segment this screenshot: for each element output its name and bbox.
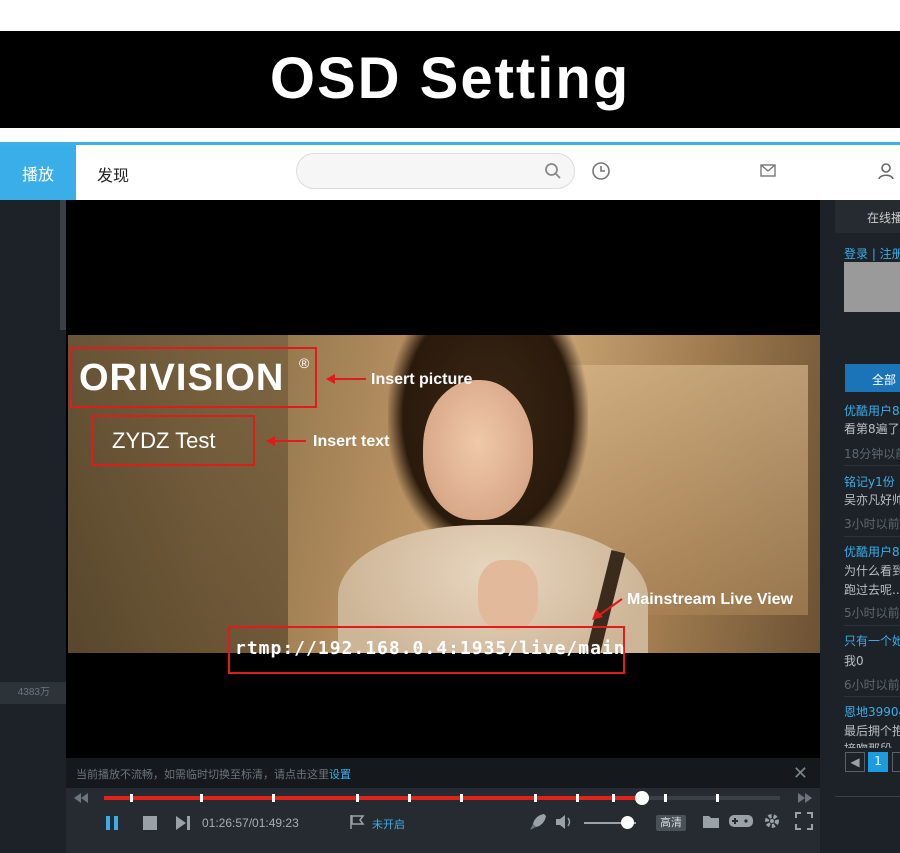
avatar <box>844 262 900 312</box>
history-icon[interactable] <box>591 161 611 181</box>
progress-knob[interactable] <box>634 791 649 805</box>
arrow-down-left-icon <box>592 598 623 620</box>
comment-user[interactable]: 优酷用户8 <box>844 543 900 560</box>
quality-button[interactable]: 高清 <box>656 815 686 831</box>
folder-icon[interactable] <box>702 813 720 829</box>
comment-text: 吴亦凡好帅 <box>844 493 900 507</box>
chapter-marker <box>408 794 411 802</box>
volume-icon[interactable] <box>554 813 574 831</box>
rewind-icon[interactable] <box>74 793 88 803</box>
flag-icon[interactable] <box>348 813 366 831</box>
notice-bar: 当前播放不流畅，如需临时切换至标清，请点击这里设置 ✕ <box>66 758 820 788</box>
arrow-left-icon <box>326 374 366 384</box>
close-icon[interactable]: ✕ <box>793 763 808 784</box>
stream-url: rtmp://192.168.0.4:1935/live/main <box>235 638 626 659</box>
comment-time: 3小时以前 <box>844 517 900 531</box>
mail-icon[interactable] <box>760 164 776 177</box>
search-input[interactable] <box>296 153 575 189</box>
chapter-marker <box>664 794 667 802</box>
chapter-marker <box>356 794 359 802</box>
comment-user[interactable]: 只有一个她 <box>844 632 900 649</box>
comment-text-line2: 跑过去呢.. <box>844 583 900 597</box>
gamepad-icon[interactable] <box>728 813 754 829</box>
fast-forward-icon[interactable] <box>798 793 812 803</box>
chapter-marker <box>200 794 203 802</box>
next-page-button[interactable] <box>892 752 900 772</box>
annotation-mainstream: Mainstream Live View <box>627 591 793 608</box>
login-link[interactable]: 登录 | 注册 <box>844 245 900 262</box>
playback-time: 01:26:57/01:49:23 <box>202 816 299 830</box>
comment-divider <box>844 536 900 537</box>
fullscreen-icon[interactable] <box>795 812 813 830</box>
play-count[interactable]: 4383万 <box>0 682 66 704</box>
comment-time: 6小时以前 <box>844 678 900 692</box>
chapter-marker <box>460 794 463 802</box>
notice-settings-link[interactable]: 设置 <box>329 769 351 781</box>
comment-text: 最后拥个抱 <box>844 724 900 738</box>
chapter-marker <box>534 794 537 802</box>
annotation-insert-text: Insert text <box>313 433 390 450</box>
volume-knob[interactable] <box>621 816 634 829</box>
all-comments-button[interactable]: 全部 <box>845 364 900 392</box>
banner-title: OSD Setting <box>269 46 631 111</box>
pause-icon[interactable] <box>104 814 120 832</box>
progress-played <box>104 796 641 800</box>
tab-play[interactable]: 播放 <box>0 145 76 200</box>
osd-text: ZYDZ Test <box>112 428 216 453</box>
gear-icon[interactable] <box>763 812 781 830</box>
comment-user[interactable]: 优酷用户8 <box>844 402 900 419</box>
comment-time: 18分钟以前 <box>844 447 900 461</box>
comment-divider <box>844 465 900 466</box>
top-bar: 播放 发现 <box>0 145 900 200</box>
chapter-marker <box>576 794 579 802</box>
search-icon[interactable] <box>544 162 562 180</box>
prev-page-button[interactable]: ◀ <box>845 752 865 772</box>
player-controls: 01:26:57/01:49:23 未开启 高清 <box>66 788 820 853</box>
comment-text: 为什么看到 <box>844 564 900 578</box>
chapter-marker <box>272 794 275 802</box>
tab-discover[interactable]: 发现 <box>97 162 129 186</box>
comment-text-line2: 接吻那段 <box>844 740 892 748</box>
next-icon[interactable] <box>174 814 192 832</box>
comment-text: 我0 <box>844 654 864 668</box>
rocket-icon[interactable] <box>528 812 548 832</box>
chapter-marker <box>716 794 719 802</box>
registered-mark: ® <box>299 355 310 371</box>
comment-divider <box>844 625 900 626</box>
comment-panel: 在线播 登录 | 注册 全部 优酷用户8 看第8遍了 18分钟以前 铭记y1份 … <box>820 200 900 853</box>
comment-time: 5小时以前 <box>844 606 900 620</box>
chapter-marker <box>130 794 133 802</box>
notice-text: 当前播放不流畅，如需临时切换至标清，请点击这里设置 <box>76 769 351 781</box>
user-icon[interactable] <box>877 162 895 180</box>
comment-user[interactable]: 铭记y1份 <box>844 473 895 490</box>
title-banner: OSD Setting <box>0 31 900 128</box>
osd-logo: ORIVISION <box>79 357 285 399</box>
stop-icon[interactable] <box>141 814 159 832</box>
comment-text: 看第8遍了 <box>844 422 900 436</box>
annotation-insert-picture: Insert picture <box>371 371 473 388</box>
page-number[interactable]: 1 <box>868 752 888 772</box>
progress-bar[interactable] <box>104 791 780 805</box>
panel-divider <box>835 796 900 797</box>
arrow-left-icon <box>266 436 306 446</box>
comment-divider <box>844 696 900 697</box>
comment-user[interactable]: 恩地39904 <box>844 703 900 720</box>
playlist-panel <box>0 200 66 853</box>
acceleration-toggle[interactable]: 未开启 <box>372 816 405 832</box>
online-tab[interactable]: 在线播 <box>835 200 900 233</box>
chapter-marker <box>612 794 615 802</box>
